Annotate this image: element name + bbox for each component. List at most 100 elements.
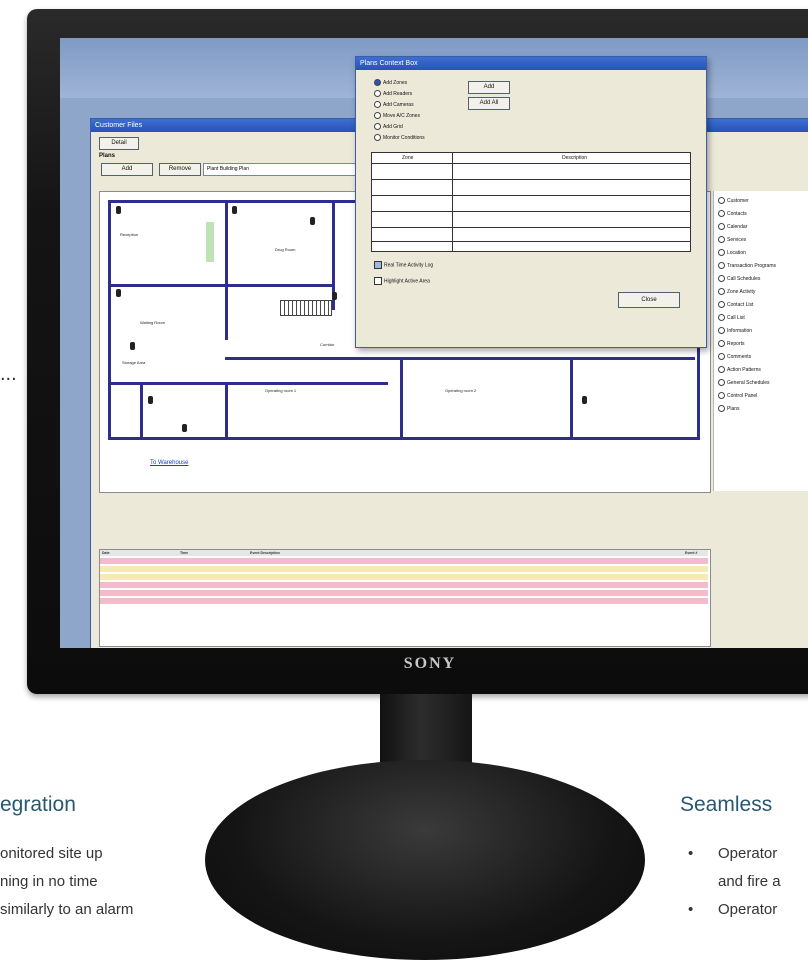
radio-icon: [374, 101, 381, 108]
radio-icon: [718, 392, 725, 399]
nav-item[interactable]: General Schedules: [718, 379, 770, 386]
add-plan-button[interactable]: Add: [101, 163, 153, 176]
left-caption-line: ning in no time: [0, 873, 98, 890]
nav-item[interactable]: Plans: [718, 405, 740, 412]
nav-item-label: General Schedules: [727, 379, 770, 386]
camera-icon[interactable]: [310, 217, 315, 225]
left-caption-line: similarly to an alarm: [0, 901, 134, 918]
dialog-option[interactable]: Monitor Conditions: [374, 134, 425, 141]
camera-icon[interactable]: [232, 206, 237, 214]
log-row[interactable]: [100, 582, 708, 588]
dialog-add-all-button[interactable]: Add All: [468, 97, 510, 110]
nav-item[interactable]: Location: [718, 249, 746, 256]
room-label: Drug Room: [275, 247, 296, 252]
plans-label: Plans: [99, 153, 116, 159]
log-header: Event Description: [250, 551, 280, 555]
remove-plan-button[interactable]: Remove: [159, 163, 201, 176]
right-caption-heading: Seamless: [680, 793, 773, 816]
dialog-option-label: Add Cameras: [383, 101, 414, 108]
radio-icon: [718, 327, 725, 334]
highlight-area-label: Highlight Active Area: [384, 278, 430, 285]
radio-icon: [374, 123, 381, 130]
room-label: Waiting Room: [140, 320, 165, 325]
dialog-option[interactable]: Add Zones: [374, 79, 407, 86]
dialog-titlebar: Plans Context Box: [356, 57, 706, 70]
nav-item-label: Action Patterns: [727, 366, 761, 373]
plan-select[interactable]: Plant Building Plan: [203, 163, 358, 176]
radio-icon: [718, 236, 725, 243]
log-row[interactable]: [100, 558, 708, 564]
room-label: Reception: [120, 232, 139, 237]
radio-icon: [374, 112, 381, 119]
realtime-log-checkbox[interactable]: Real Time Activity Log: [374, 261, 433, 269]
radio-icon: [374, 90, 381, 97]
left-caption-line: onitored site up: [0, 845, 103, 862]
log-row[interactable]: [100, 574, 708, 580]
log-header: Time: [180, 551, 189, 555]
log-row[interactable]: [100, 598, 708, 604]
tab-detail[interactable]: Detail: [99, 137, 139, 150]
zone-table-header: Zone Description: [372, 153, 690, 164]
nav-item[interactable]: Customer: [718, 197, 749, 204]
to-warehouse-link[interactable]: To Warehouse: [150, 460, 188, 466]
nav-item[interactable]: Reports: [718, 340, 745, 347]
nav-item-label: Control Panel: [727, 392, 758, 399]
camera-icon[interactable]: [332, 292, 337, 300]
radio-icon: [718, 262, 725, 269]
nav-item[interactable]: Calendar: [718, 223, 747, 230]
monitor-base: [205, 760, 645, 960]
radio-icon: [718, 379, 725, 386]
nav-item-label: Contacts: [727, 210, 747, 217]
nav-item[interactable]: Services: [718, 236, 746, 243]
nav-item[interactable]: Transaction Programs: [718, 262, 776, 269]
nav-item[interactable]: Contact List: [718, 301, 753, 308]
nav-item-label: Plans: [727, 405, 740, 412]
nav-item[interactable]: Action Patterns: [718, 366, 761, 373]
nav-item[interactable]: Control Panel: [718, 392, 757, 399]
camera-icon[interactable]: [130, 342, 135, 350]
right-bullet-text: Operator: [718, 901, 778, 918]
nav-item-label: Contact List: [727, 301, 754, 308]
dialog-option-label: Add Readers: [383, 90, 413, 97]
dialog-option[interactable]: Add Cameras: [374, 101, 414, 108]
camera-icon[interactable]: [116, 206, 121, 214]
nav-item[interactable]: Contacts: [718, 210, 747, 217]
radio-icon: [718, 223, 725, 230]
log-row[interactable]: [100, 590, 708, 596]
highlight-area-checkbox[interactable]: Highlight Active Area: [374, 277, 430, 285]
description-column-header: Description: [562, 155, 588, 161]
dialog-close-button[interactable]: Close: [618, 292, 680, 308]
nav-item[interactable]: Comments: [718, 353, 751, 360]
radio-icon: [718, 353, 725, 360]
log-header: Date: [102, 551, 110, 555]
dialog-option[interactable]: Move A/C Zones: [374, 112, 420, 119]
nav-item-label: Call List: [727, 314, 745, 321]
dialog-option[interactable]: Add Grid: [374, 123, 403, 130]
radio-icon: [374, 134, 381, 141]
radio-icon: [718, 275, 725, 282]
ellipsis-mark: ...: [0, 363, 17, 385]
nav-item-label: Location: [727, 249, 746, 256]
zone-column-header: Zone: [402, 155, 414, 161]
dialog-title: Plans Context Box: [360, 60, 418, 67]
radio-icon: [718, 314, 725, 321]
nav-item-label: Call Schedules: [727, 275, 761, 282]
camera-icon[interactable]: [182, 424, 187, 432]
camera-icon[interactable]: [116, 289, 121, 297]
camera-icon[interactable]: [148, 396, 153, 404]
camera-icon[interactable]: [582, 396, 587, 404]
nav-item[interactable]: Zone Activity: [718, 288, 755, 295]
radio-icon: [718, 288, 725, 295]
nav-item[interactable]: Information: [718, 327, 752, 334]
realtime-log-label: Real Time Activity Log: [384, 262, 434, 269]
nav-item[interactable]: Call Schedules: [718, 275, 760, 282]
room-label: Operating room 2: [445, 388, 477, 393]
radio-icon: [718, 366, 725, 373]
dialog-option[interactable]: Add Readers: [374, 90, 412, 97]
bullet-dot: •: [688, 845, 694, 862]
dialog-add-button[interactable]: Add: [468, 81, 510, 94]
left-caption-heading: egration: [0, 793, 76, 816]
room-label: Storage Area: [122, 360, 146, 365]
log-row[interactable]: [100, 566, 708, 572]
nav-item[interactable]: Call List: [718, 314, 745, 321]
